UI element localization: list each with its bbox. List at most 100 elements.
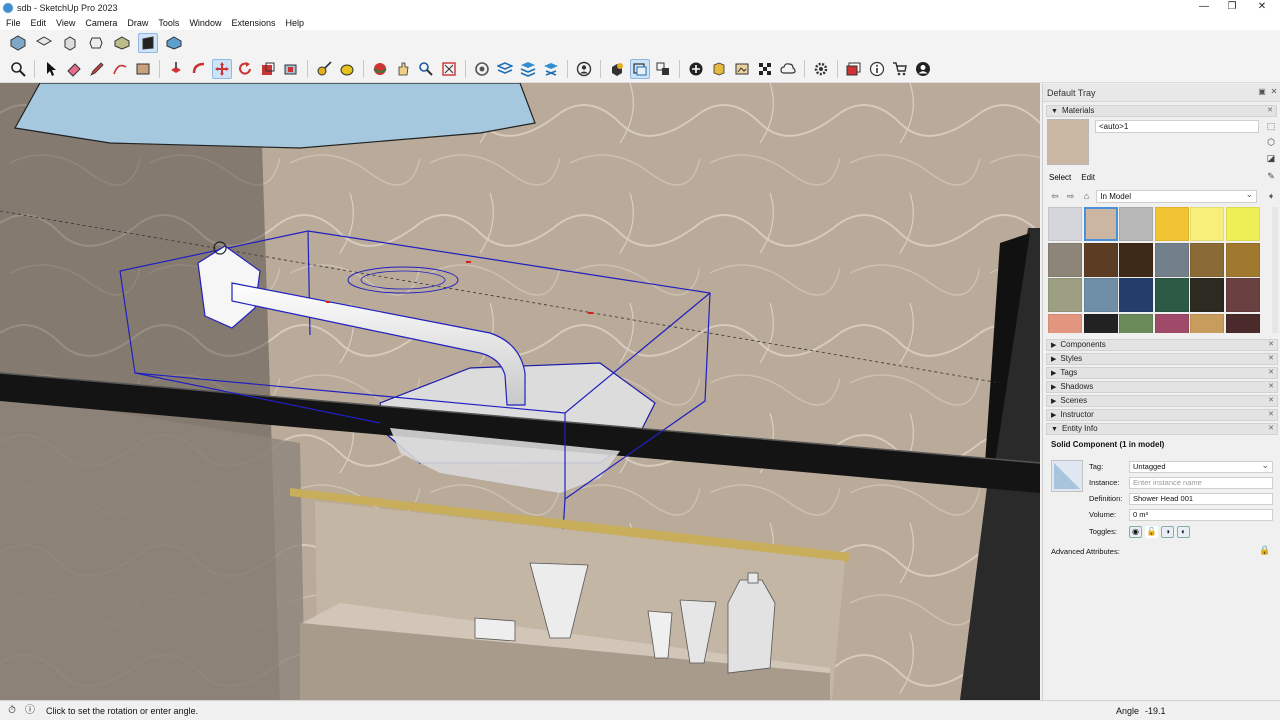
details-arrow-icon[interactable]: ➧ — [1265, 190, 1277, 202]
close-section-icon[interactable]: ✕ — [1268, 410, 1274, 420]
menu-file[interactable]: File — [0, 18, 25, 28]
iso-view-icon[interactable] — [8, 33, 28, 53]
eyedropper-icon[interactable]: ✎ — [1265, 170, 1277, 182]
account-icon[interactable] — [574, 59, 594, 79]
instance-name-input[interactable]: Enter instance name — [1129, 476, 1273, 489]
close-tray-icon[interactable]: ✕ — [1269, 87, 1279, 97]
material-name-field[interactable]: <auto>1 — [1095, 120, 1259, 133]
rotate-icon[interactable] — [235, 59, 255, 79]
measurements-value[interactable]: -19.1 — [1145, 704, 1166, 718]
right-view-icon[interactable] — [86, 33, 106, 53]
menu-help[interactable]: Help — [279, 18, 308, 28]
arc-icon[interactable] — [110, 59, 130, 79]
material-swatch[interactable] — [1154, 242, 1189, 277]
zoom-extents-icon[interactable] — [439, 59, 459, 79]
zoom-icon[interactable] — [416, 59, 436, 79]
add-location-icon[interactable] — [686, 59, 706, 79]
default-material-icon[interactable]: ◪ — [1265, 152, 1277, 164]
menu-window[interactable]: Window — [183, 18, 225, 28]
menu-edit[interactable]: Edit — [25, 18, 51, 28]
tab-edit[interactable]: Edit — [1081, 173, 1095, 182]
material-swatch[interactable] — [1190, 242, 1224, 277]
search-icon[interactable] — [8, 59, 28, 79]
model-viewport[interactable] — [0, 83, 1040, 700]
menu-tools[interactable]: Tools — [152, 18, 183, 28]
cart-icon[interactable] — [890, 59, 910, 79]
cast-shadows-toggle-icon[interactable]: ◐ — [1177, 525, 1190, 538]
push-pull-icon[interactable] — [166, 59, 186, 79]
solid-tools-icon[interactable] — [607, 59, 627, 79]
components-section-header[interactable]: ▶ Components ✕ — [1046, 339, 1278, 351]
warehouse-icon[interactable] — [472, 59, 492, 79]
material-swatch[interactable] — [1083, 242, 1118, 277]
material-swatch[interactable] — [1225, 207, 1260, 241]
close-section-icon[interactable]: ✕ — [1268, 340, 1274, 350]
rectangle-icon[interactable] — [133, 59, 153, 79]
material-swatch[interactable] — [1225, 313, 1260, 333]
paint-bucket-icon[interactable] — [337, 59, 357, 79]
menu-camera[interactable]: Camera — [79, 18, 121, 28]
close-section-icon[interactable]: ✕ — [1268, 396, 1274, 406]
material-swatch[interactable] — [1225, 278, 1260, 312]
swatch-scrollbar[interactable] — [1272, 207, 1278, 333]
scenes-section-header[interactable]: ▶ Scenes ✕ — [1046, 395, 1278, 407]
material-swatch[interactable] — [1083, 313, 1118, 333]
pin-icon[interactable]: ▣ — [1257, 87, 1267, 97]
close-section-icon[interactable]: ✕ — [1267, 106, 1273, 116]
forward-arrow-icon[interactable]: ⇨ — [1065, 190, 1077, 202]
bottom-view-icon[interactable] — [164, 33, 184, 53]
material-swatch[interactable] — [1119, 313, 1153, 333]
instructor-section-header[interactable]: ▶ Instructor ✕ — [1046, 409, 1278, 421]
back-arrow-icon[interactable]: ⇦ — [1049, 190, 1061, 202]
extension-icon[interactable] — [541, 59, 561, 79]
receive-shadows-toggle-icon[interactable]: ◑ — [1161, 525, 1174, 538]
close-section-icon[interactable]: ✕ — [1268, 424, 1274, 434]
close-icon[interactable]: ✕ — [1246, 0, 1278, 15]
component-options-icon[interactable] — [653, 59, 673, 79]
material-swatch[interactable] — [1119, 278, 1153, 312]
material-swatch[interactable] — [1083, 278, 1118, 312]
pan-icon[interactable] — [393, 59, 413, 79]
material-swatch[interactable] — [1154, 313, 1189, 333]
materials-section-header[interactable]: ▼ Materials ✕ — [1046, 105, 1277, 117]
menu-draw[interactable]: Draw — [121, 18, 152, 28]
restore-icon[interactable]: ❐ — [1216, 0, 1248, 15]
material-swatch[interactable] — [1048, 207, 1082, 241]
menu-view[interactable]: View — [50, 18, 79, 28]
home-icon[interactable]: ⌂ — [1081, 190, 1093, 202]
material-swatch[interactable] — [1083, 207, 1118, 241]
material-swatch[interactable] — [1048, 313, 1082, 333]
eraser-icon[interactable] — [64, 59, 84, 79]
offset-icon[interactable] — [281, 59, 301, 79]
styles-section-header[interactable]: ▶ Styles ✕ — [1046, 353, 1278, 365]
tape-measure-icon[interactable] — [314, 59, 334, 79]
preferences-gear-icon[interactable] — [811, 59, 831, 79]
material-swatch[interactable] — [1190, 313, 1224, 333]
scale-icon[interactable] — [258, 59, 278, 79]
hidden-toggle-icon[interactable]: ◉ — [1129, 525, 1142, 538]
info-status-icon[interactable]: ⓘ — [24, 705, 36, 717]
close-section-icon[interactable]: ✕ — [1268, 382, 1274, 392]
info-icon[interactable] — [867, 59, 887, 79]
back-view-icon[interactable] — [112, 33, 132, 53]
material-swatch[interactable] — [1048, 278, 1082, 312]
material-swatch[interactable] — [1154, 207, 1189, 241]
move-icon[interactable] — [212, 59, 232, 79]
collection-dropdown[interactable]: In Model — [1096, 189, 1258, 203]
user-profile-icon[interactable] — [913, 59, 933, 79]
material-swatch[interactable] — [1190, 207, 1224, 241]
geolocation-icon[interactable] — [709, 59, 729, 79]
material-swatch[interactable] — [1225, 242, 1260, 277]
checker-texture-icon[interactable] — [755, 59, 775, 79]
entity-info-section-header[interactable]: ▼ Entity Info ✕ — [1046, 423, 1278, 435]
layers-icon[interactable] — [495, 59, 515, 79]
paint-color-icon[interactable]: ⬡ — [1265, 136, 1277, 148]
follow-me-icon[interactable] — [189, 59, 209, 79]
tab-select[interactable]: Select — [1049, 173, 1071, 182]
definition-name-input[interactable]: Shower Head 001 — [1129, 492, 1273, 505]
stack-icon[interactable] — [518, 59, 538, 79]
tags-section-header[interactable]: ▶ Tags ✕ — [1046, 367, 1278, 379]
geo-location-status-icon[interactable]: ⏱ — [6, 705, 18, 717]
menu-extensions[interactable]: Extensions — [225, 18, 279, 28]
layout-icon[interactable] — [844, 59, 864, 79]
